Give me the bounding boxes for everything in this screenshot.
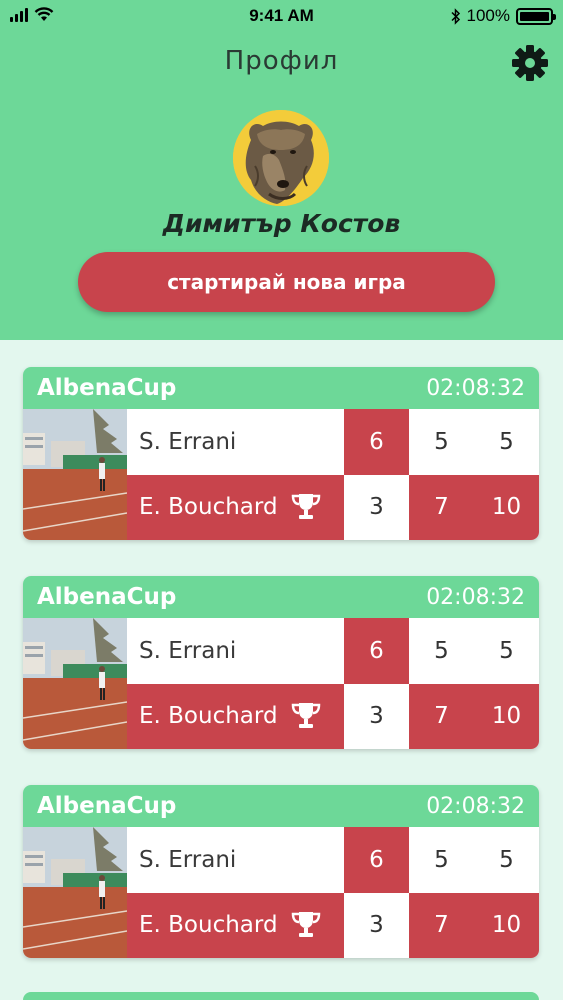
match-thumbnail: [23, 618, 127, 749]
set-score: 5: [409, 409, 474, 475]
page-title: Профил: [224, 46, 339, 76]
set-score: 5: [409, 827, 474, 893]
player-row-winner: E. Bouchard 3 7 10: [127, 474, 539, 540]
match-card-header: AlbenaCup 02:08:32: [23, 367, 539, 409]
match-card-header: AlbenaCup 02:08:32: [23, 576, 539, 618]
trophy-icon: [291, 703, 320, 729]
set-score: 5: [474, 618, 539, 684]
set-score: 7: [409, 474, 474, 540]
player-name-cell: E. Bouchard: [127, 892, 344, 958]
set-score: 6: [344, 618, 409, 684]
player-name: E. Bouchard: [139, 703, 278, 730]
player-row: S. Errani 6 5 5: [127, 827, 539, 893]
match-card-header: AlbenaCup 02:08:32: [23, 785, 539, 827]
match-duration: 02:08:32: [426, 584, 525, 610]
start-new-game-button[interactable]: стартирай нова игра: [78, 252, 495, 312]
match-card-partial[interactable]: [23, 992, 539, 1000]
tournament-name: AlbenaCup: [37, 793, 177, 819]
player-name: E. Bouchard: [139, 912, 278, 939]
bluetooth-icon: [450, 7, 460, 25]
player-row: S. Errani 6 5 5: [127, 618, 539, 684]
tournament-name: AlbenaCup: [37, 375, 177, 401]
set-score: 7: [409, 683, 474, 749]
match-card[interactable]: AlbenaCup 02:08:32 S. Errani 6 5 5 E. Bo…: [23, 785, 539, 958]
set-score: 6: [344, 409, 409, 475]
tournament-name: AlbenaCup: [37, 584, 177, 610]
trophy-icon: [291, 912, 320, 938]
trophy-icon: [291, 494, 320, 520]
set-score: 7: [409, 892, 474, 958]
set-score: 5: [474, 827, 539, 893]
match-card[interactable]: AlbenaCup 02:08:32 S. Errani 6 5 5 E. Bo…: [23, 576, 539, 749]
match-duration: 02:08:32: [426, 793, 525, 819]
match-list: AlbenaCup 02:08:32 S. Errani 6 5 5 E. Bo…: [23, 367, 539, 994]
player-name-cell: E. Bouchard: [127, 683, 344, 749]
set-score: 10: [474, 474, 539, 540]
player-name: S. Errani: [127, 827, 344, 893]
match-duration: 02:08:32: [426, 375, 525, 401]
player-name: E. Bouchard: [139, 494, 278, 521]
match-thumbnail: [23, 827, 127, 958]
player-row-winner: E. Bouchard 3 7 10: [127, 892, 539, 958]
set-score: 5: [409, 618, 474, 684]
set-score: 10: [474, 892, 539, 958]
player-name-cell: E. Bouchard: [127, 474, 344, 540]
player-name: S. Errani: [127, 409, 344, 475]
battery-percentage: 100%: [466, 6, 510, 25]
bear-avatar-image: [233, 110, 329, 206]
status-right-group: 100%: [450, 6, 556, 26]
set-score: 3: [344, 474, 409, 540]
set-score: 3: [344, 683, 409, 749]
user-name: Димитър Костов: [162, 209, 401, 238]
battery-icon: [516, 7, 556, 25]
set-score: 6: [344, 827, 409, 893]
set-score: 5: [474, 409, 539, 475]
settings-gear-icon[interactable]: [511, 44, 549, 82]
player-row: S. Errani 6 5 5: [127, 409, 539, 475]
player-row-winner: E. Bouchard 3 7 10: [127, 683, 539, 749]
match-thumbnail: [23, 409, 127, 540]
status-bar: 9:41 AM 100%: [0, 0, 563, 34]
match-card[interactable]: AlbenaCup 02:08:32 S. Errani 6 5 5 E. Bo…: [23, 367, 539, 540]
player-name: S. Errani: [127, 618, 344, 684]
set-score: 3: [344, 892, 409, 958]
set-score: 10: [474, 683, 539, 749]
avatar[interactable]: [233, 110, 329, 206]
